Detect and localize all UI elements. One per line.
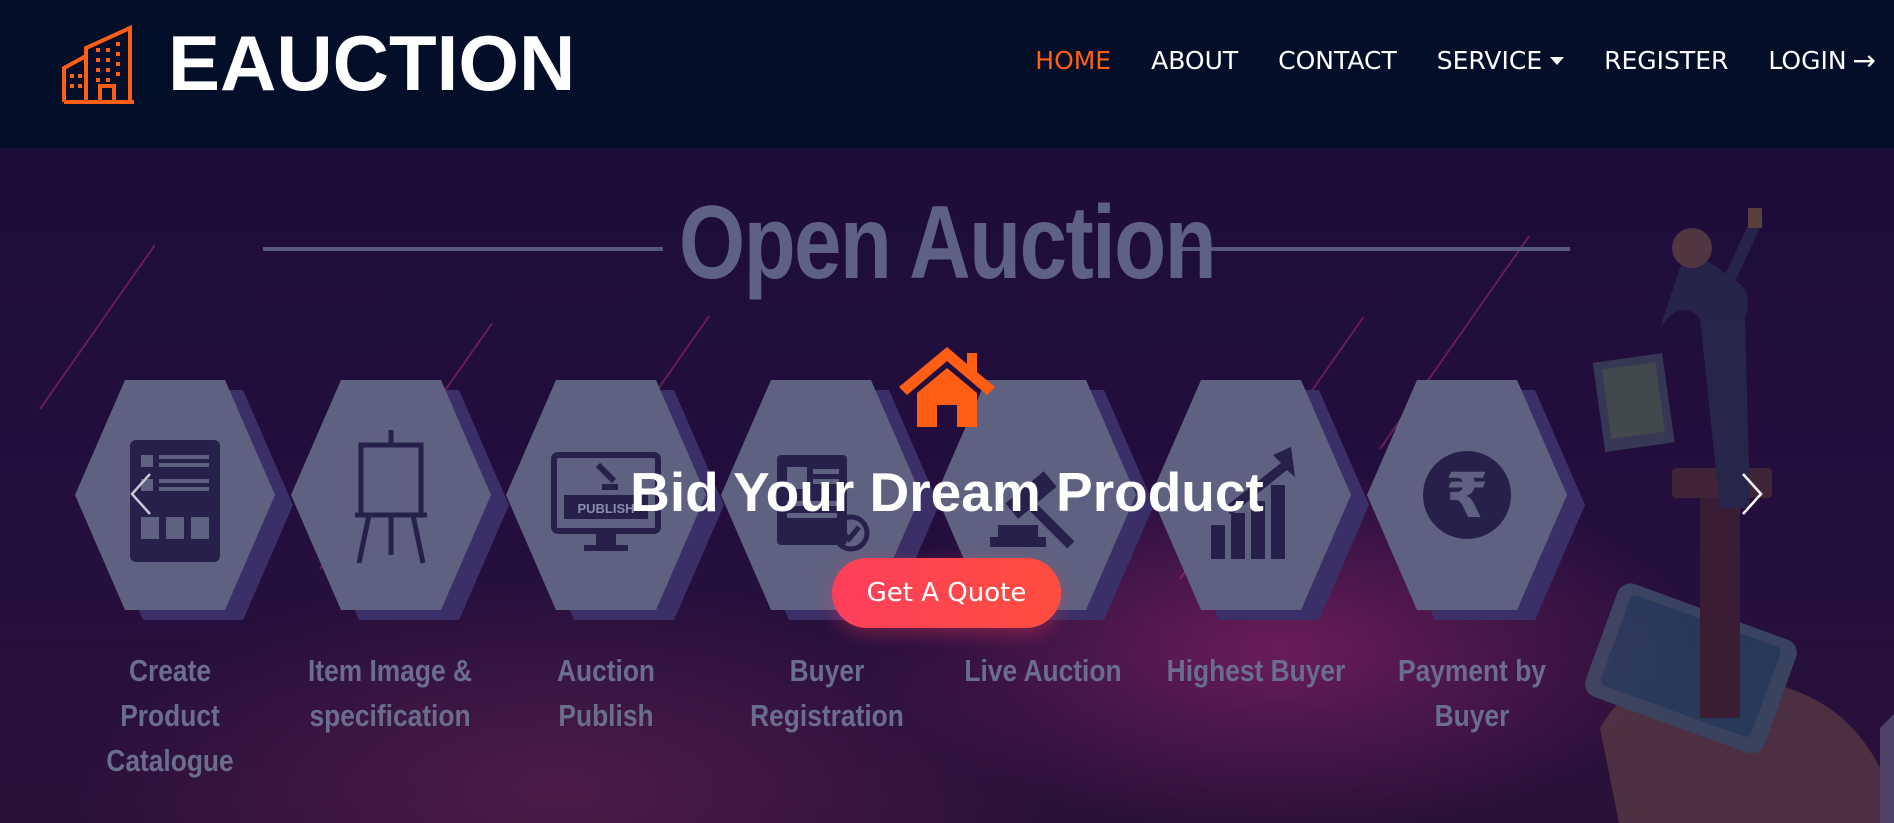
step-label-payment: Payment by Buyer xyxy=(1398,653,1546,733)
nav-home-label: HOME xyxy=(1035,46,1112,75)
nav-login-label: LOGIN xyxy=(1768,46,1847,75)
main-nav: HOME ABOUT CONTACT SERVICE REGISTER LOGI… xyxy=(995,44,1876,77)
step-label-highest-buyer: Highest Buyer xyxy=(1166,653,1346,688)
carousel-prev-button[interactable] xyxy=(116,464,166,524)
hero-carousel: Open Auction PUBLISH ₹ Create Product Ca… xyxy=(0,148,1894,823)
brand-name: EAUCTION xyxy=(168,19,576,107)
nav-home[interactable]: HOME xyxy=(1035,46,1111,75)
hero-heading: Bid Your Dream Product xyxy=(630,461,1264,523)
step-label-create-catalogue: Create Product Catalogue xyxy=(106,653,234,778)
nav-service-dropdown[interactable]: SERVICE xyxy=(1436,46,1565,75)
top-navbar: EAUCTION HOME ABOUT CONTACT SERVICE REGI… xyxy=(0,0,1894,148)
nav-register[interactable]: REGISTER xyxy=(1604,46,1728,75)
step-label-auction-publish: Auction Publish xyxy=(556,653,656,733)
nav-contact-label: CONTACT xyxy=(1278,46,1397,75)
nav-about-label: ABOUT xyxy=(1151,46,1239,75)
brand-logo-link[interactable]: EAUCTION xyxy=(60,18,575,109)
chevron-left-icon xyxy=(130,473,151,515)
nav-login[interactable]: LOGIN → xyxy=(1768,44,1876,77)
nav-contact[interactable]: CONTACT xyxy=(1278,46,1397,75)
banner-title: Open Auction xyxy=(678,185,1217,301)
caret-down-icon xyxy=(1550,56,1565,65)
step-label-item-image: Item Image & specification xyxy=(307,653,472,733)
chevron-right-icon xyxy=(1742,473,1763,515)
home-icon xyxy=(899,347,995,427)
carousel-next-button[interactable] xyxy=(1727,464,1777,524)
building-icon xyxy=(62,24,134,104)
nav-about[interactable]: ABOUT xyxy=(1151,46,1238,75)
get-a-quote-button[interactable]: Get A Quote xyxy=(832,558,1061,628)
nav-register-label: REGISTER xyxy=(1604,46,1729,75)
arrow-right-icon: → xyxy=(1852,44,1876,77)
nav-service-label: SERVICE xyxy=(1436,46,1543,75)
step-label-live-auction: Live Auction xyxy=(964,653,1122,688)
step-label-buyer-registration: Buyer Registration xyxy=(750,653,904,733)
